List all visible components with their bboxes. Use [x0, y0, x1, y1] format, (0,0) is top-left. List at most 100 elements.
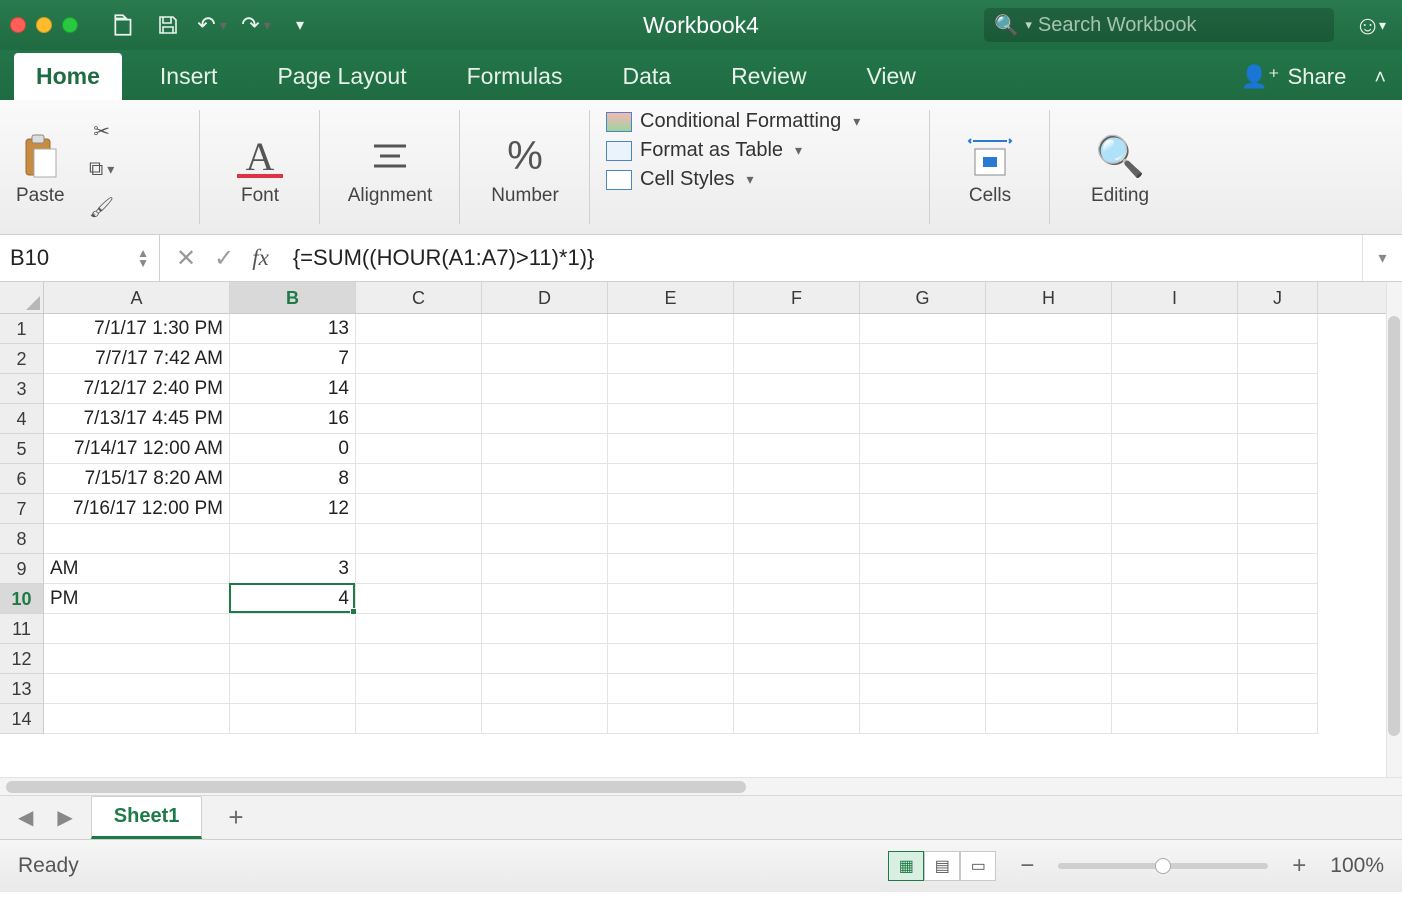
- cell-D7[interactable]: [482, 494, 608, 524]
- cell-D3[interactable]: [482, 374, 608, 404]
- cell-G11[interactable]: [860, 614, 986, 644]
- cell-B13[interactable]: [230, 674, 356, 704]
- zoom-slider[interactable]: [1058, 863, 1268, 869]
- cut-button[interactable]: ✂: [81, 115, 123, 147]
- column-header-C[interactable]: C: [356, 282, 482, 313]
- column-header-J[interactable]: J: [1238, 282, 1318, 313]
- enter-formula-button[interactable]: ✓: [214, 244, 234, 273]
- cell-C8[interactable]: [356, 524, 482, 554]
- cells-area[interactable]: 7/1/17 1:30 PM137/7/17 7:42 AM77/12/17 2…: [44, 314, 1386, 777]
- cell-B9[interactable]: 3: [230, 554, 356, 584]
- row-headers[interactable]: 1234567891011121314: [0, 314, 44, 734]
- row-header-9[interactable]: 9: [0, 554, 43, 584]
- cell-F10[interactable]: [734, 584, 860, 614]
- cell-G3[interactable]: [860, 374, 986, 404]
- name-box[interactable]: B10 ▲▼: [0, 235, 160, 281]
- cell-C12[interactable]: [356, 644, 482, 674]
- cell-H12[interactable]: [986, 644, 1112, 674]
- cell-J13[interactable]: [1238, 674, 1318, 704]
- cell-C6[interactable]: [356, 464, 482, 494]
- cell-C9[interactable]: [356, 554, 482, 584]
- cell-F9[interactable]: [734, 554, 860, 584]
- cell-D9[interactable]: [482, 554, 608, 584]
- cell-J10[interactable]: [1238, 584, 1318, 614]
- cell-J9[interactable]: [1238, 554, 1318, 584]
- cell-D10[interactable]: [482, 584, 608, 614]
- cancel-formula-button[interactable]: ✕: [176, 244, 196, 273]
- cell-F3[interactable]: [734, 374, 860, 404]
- share-button[interactable]: 👤⁺ Share: [1229, 54, 1359, 100]
- cell-A7[interactable]: 7/16/17 12:00 PM: [44, 494, 230, 524]
- cell-G4[interactable]: [860, 404, 986, 434]
- tab-page-layout[interactable]: Page Layout: [255, 53, 428, 100]
- cell-I5[interactable]: [1112, 434, 1238, 464]
- column-header-I[interactable]: I: [1112, 282, 1238, 313]
- cell-I2[interactable]: [1112, 344, 1238, 374]
- format-painter-button[interactable]: 🖌: [81, 191, 123, 223]
- cell-H9[interactable]: [986, 554, 1112, 584]
- cell-A9[interactable]: AM: [44, 554, 230, 584]
- font-group-button[interactable]: A Font: [227, 132, 293, 207]
- tab-insert[interactable]: Insert: [138, 53, 240, 100]
- cell-B10[interactable]: 4: [230, 584, 356, 614]
- cell-F1[interactable]: [734, 314, 860, 344]
- conditional-formatting-button[interactable]: Conditional Formatting▾: [606, 110, 914, 133]
- cell-B4[interactable]: 16: [230, 404, 356, 434]
- cell-E2[interactable]: [608, 344, 734, 374]
- select-all-corner[interactable]: [0, 282, 44, 314]
- cell-H1[interactable]: [986, 314, 1112, 344]
- row-header-7[interactable]: 7: [0, 494, 43, 524]
- fullscreen-window-button[interactable]: [62, 17, 78, 33]
- cell-D2[interactable]: [482, 344, 608, 374]
- cell-A1[interactable]: 7/1/17 1:30 PM: [44, 314, 230, 344]
- file-button[interactable]: [102, 8, 146, 42]
- cell-G13[interactable]: [860, 674, 986, 704]
- alignment-group-button[interactable]: Alignment: [338, 132, 443, 207]
- sheet-nav-prev-button[interactable]: ◀: [12, 801, 39, 834]
- cell-styles-button[interactable]: Cell Styles▾: [606, 168, 914, 191]
- cell-B1[interactable]: 13: [230, 314, 356, 344]
- cell-E3[interactable]: [608, 374, 734, 404]
- feedback-smiley-button[interactable]: ☺: [1354, 10, 1381, 41]
- cell-E6[interactable]: [608, 464, 734, 494]
- cell-I1[interactable]: [1112, 314, 1238, 344]
- cell-E1[interactable]: [608, 314, 734, 344]
- row-header-3[interactable]: 3: [0, 374, 43, 404]
- cell-G1[interactable]: [860, 314, 986, 344]
- cell-F12[interactable]: [734, 644, 860, 674]
- column-header-H[interactable]: H: [986, 282, 1112, 313]
- cell-G9[interactable]: [860, 554, 986, 584]
- column-header-D[interactable]: D: [482, 282, 608, 313]
- cell-D6[interactable]: [482, 464, 608, 494]
- cell-J4[interactable]: [1238, 404, 1318, 434]
- cell-F7[interactable]: [734, 494, 860, 524]
- row-header-11[interactable]: 11: [0, 614, 43, 644]
- row-header-6[interactable]: 6: [0, 464, 43, 494]
- cell-I8[interactable]: [1112, 524, 1238, 554]
- cell-J11[interactable]: [1238, 614, 1318, 644]
- row-header-14[interactable]: 14: [0, 704, 43, 734]
- zoom-out-button[interactable]: −: [1012, 852, 1042, 880]
- cell-D4[interactable]: [482, 404, 608, 434]
- cell-B3[interactable]: 14: [230, 374, 356, 404]
- fx-icon[interactable]: fx: [252, 245, 269, 271]
- cell-J3[interactable]: [1238, 374, 1318, 404]
- save-button[interactable]: [146, 8, 190, 42]
- row-header-8[interactable]: 8: [0, 524, 43, 554]
- cell-H2[interactable]: [986, 344, 1112, 374]
- redo-button[interactable]: ↷▾: [234, 8, 278, 42]
- cell-C1[interactable]: [356, 314, 482, 344]
- format-as-table-button[interactable]: Format as Table▾: [606, 139, 914, 162]
- cell-B12[interactable]: [230, 644, 356, 674]
- column-header-A[interactable]: A: [44, 282, 230, 313]
- cell-C13[interactable]: [356, 674, 482, 704]
- cell-I6[interactable]: [1112, 464, 1238, 494]
- cell-F6[interactable]: [734, 464, 860, 494]
- cell-I3[interactable]: [1112, 374, 1238, 404]
- tab-home[interactable]: Home: [14, 53, 122, 100]
- vertical-scroll-thumb[interactable]: [1388, 316, 1400, 736]
- cell-H13[interactable]: [986, 674, 1112, 704]
- cell-A13[interactable]: [44, 674, 230, 704]
- cell-A10[interactable]: PM: [44, 584, 230, 614]
- cell-F5[interactable]: [734, 434, 860, 464]
